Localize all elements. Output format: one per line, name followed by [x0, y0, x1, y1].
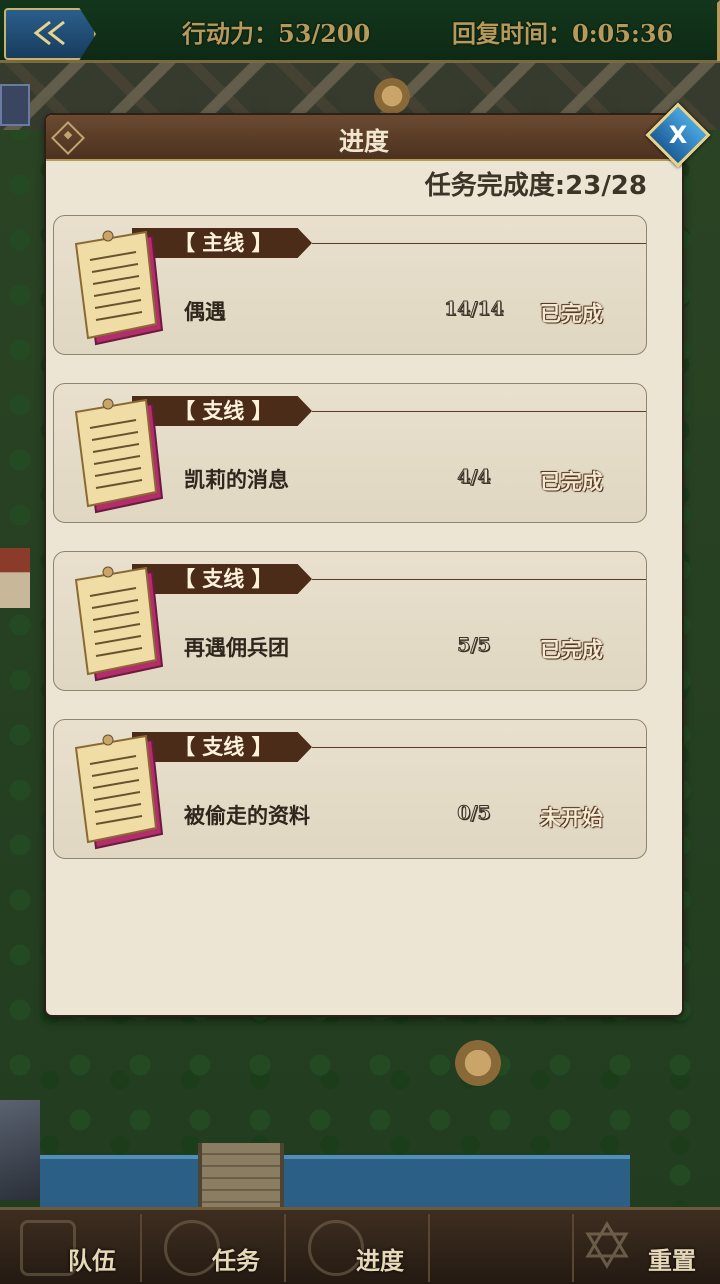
quest-progress-count: 5/5 — [457, 634, 491, 657]
map-marker-icon[interactable] — [0, 84, 30, 126]
action-points: 行动力：53/200 — [182, 19, 371, 48]
bottom-nav: 队伍 任务 进度 重置 — [0, 1207, 720, 1284]
recover-timer: 回复时间：0:05:36 — [452, 19, 674, 48]
divider — [312, 243, 646, 244]
quest-card[interactable]: 【 支线 】 凯莉的消息 4/4 已完成 — [53, 383, 647, 523]
nav-label: 进度 — [356, 1247, 404, 1275]
divider — [312, 411, 646, 412]
quest-card[interactable]: 【 支线 】 被偷走的资料 0/5 未开始 — [53, 719, 647, 859]
quest-scroll-icon — [74, 734, 164, 850]
quest-status: 已完成 — [540, 638, 603, 662]
quest-progress-count: 14/14 — [444, 298, 505, 321]
nav-progress-button[interactable]: 进度 — [288, 1214, 430, 1282]
nav-label: 重置 — [648, 1247, 696, 1275]
quest-name: 凯莉的消息 — [184, 468, 289, 492]
nav-reset-button[interactable]: 重置 — [576, 1214, 716, 1282]
divider — [312, 579, 646, 580]
quest-status: 已完成 — [540, 302, 603, 326]
quest-status: 未开始 — [540, 806, 603, 830]
coin-pile-icon[interactable] — [455, 1040, 501, 1086]
panel-header: 进度 — [46, 115, 682, 161]
back-arrow-icon — [33, 20, 65, 46]
hexagram-icon — [585, 1221, 629, 1269]
cliff-rock — [0, 1100, 40, 1200]
nav-label: 任务 — [212, 1247, 260, 1275]
river — [40, 1155, 630, 1211]
quest-status: 已完成 — [540, 470, 603, 494]
stone-bridge — [198, 1143, 284, 1213]
status-bar: 行动力：53/200 回复时间：0:05:36 — [0, 0, 720, 63]
back-button[interactable] — [4, 8, 96, 60]
completion-rate: 任务完成度:23/28 — [424, 171, 647, 201]
quest-progress-count: 0/5 — [457, 802, 491, 825]
panel-title: 进度 — [338, 127, 389, 156]
village-house — [0, 548, 30, 608]
quest-card[interactable]: 【 主线 】 偶遇 14/14 已完成 — [53, 215, 647, 355]
quest-name: 被偷走的资料 — [184, 804, 310, 828]
quest-scroll-icon — [74, 398, 164, 514]
close-icon: X — [668, 121, 688, 149]
nav-label: 队伍 — [68, 1247, 116, 1275]
quest-card[interactable]: 【 支线 】 再遇佣兵团 5/5 已完成 — [53, 551, 647, 691]
quest-scroll-icon — [74, 230, 164, 346]
quest-scroll-icon — [74, 566, 164, 682]
quest-name: 偶遇 — [184, 300, 226, 324]
quest-name: 再遇佣兵团 — [184, 636, 289, 660]
corner-ornament — [657, 0, 720, 61]
divider — [312, 747, 646, 748]
nav-team-button[interactable]: 队伍 — [0, 1214, 142, 1282]
coin-pile-icon[interactable] — [374, 78, 410, 114]
nav-empty-slot — [432, 1214, 574, 1282]
progress-panel: 进度 X 任务完成度:23/28 【 主线 】 偶遇 14/14 已完成 【 支… — [46, 102, 711, 1015]
nav-quests-button[interactable]: 任务 — [144, 1214, 286, 1282]
quest-progress-count: 4/4 — [457, 466, 491, 489]
